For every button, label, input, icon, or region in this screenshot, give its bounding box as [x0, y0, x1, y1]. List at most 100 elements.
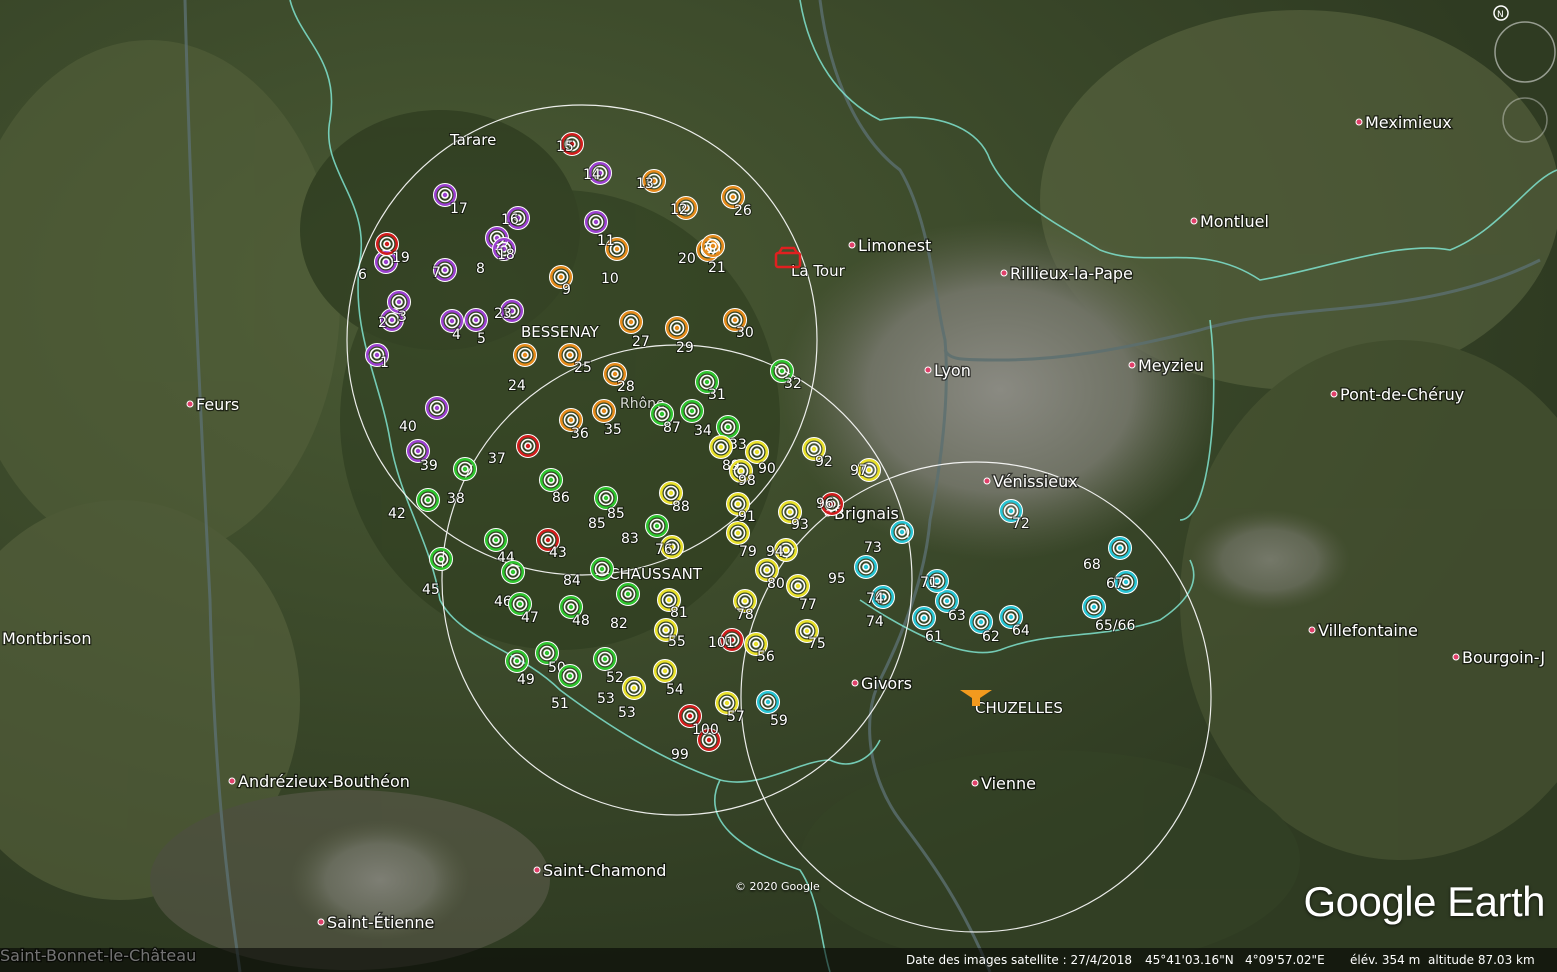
place-dot-saint-etienne	[317, 918, 325, 926]
marker-label: 19	[392, 250, 410, 266]
marker-label: 15	[556, 139, 574, 155]
marker-label: 83	[621, 531, 639, 547]
place-label-lyon[interactable]: Lyon	[933, 360, 972, 382]
marker-label: 13	[636, 176, 654, 192]
marker-label: 43	[549, 545, 567, 561]
place-label-givors[interactable]: Givors	[860, 673, 914, 695]
marker-label: 51	[551, 696, 569, 712]
move-joystick-icon[interactable]	[1502, 97, 1548, 143]
marker-label: 30	[736, 325, 754, 341]
marker-label: 73	[864, 540, 882, 556]
marker-label: 7	[432, 265, 441, 281]
copyright: © 2020 Google	[735, 880, 820, 893]
marker-78[interactable]: 78	[733, 589, 757, 624]
marker-label: 67	[1106, 576, 1124, 592]
marker-label: 24	[508, 378, 526, 394]
marker-label: 47	[521, 610, 539, 626]
svg-text:N: N	[1497, 10, 1504, 20]
marker-label: 18	[497, 247, 515, 263]
marker-label: 10	[601, 271, 619, 287]
place-label-feurs[interactable]: Feurs	[195, 394, 241, 416]
marker-label: 28	[617, 379, 635, 395]
marker-extra-label: 74	[866, 614, 884, 630]
marker-label: 56	[757, 649, 775, 665]
marker-label: 5	[477, 331, 486, 347]
place-label-pont-de-cheruy[interactable]: Pont-de-Chéruy	[1339, 384, 1466, 406]
marker-label: 88	[672, 499, 690, 515]
place-label-brignais[interactable]: Brignais	[833, 503, 900, 525]
marker-label: 14	[583, 167, 601, 183]
place-label-saint-etienne[interactable]: Saint-Étienne	[326, 912, 436, 934]
place-label-montbrison[interactable]: Montbrison	[1, 628, 93, 650]
marker-label: 97	[850, 463, 868, 479]
marker-label: 63	[948, 608, 966, 624]
marker-label: 21	[708, 260, 726, 276]
place-label-rillieux[interactable]: Rillieux-la-Pape	[1009, 263, 1134, 285]
place-label-tarare[interactable]: Tarare	[448, 130, 497, 150]
marker-label: 98	[738, 473, 756, 489]
place-dot-givors	[851, 679, 859, 687]
place-label-chaussant[interactable]: CHAUSSANT	[608, 564, 704, 584]
marker-label: 20	[678, 251, 696, 267]
marker-label: 93	[791, 517, 809, 533]
imagery-date: Date des images satellite : 27/4/2018	[906, 953, 1132, 967]
marker-label: 17	[450, 201, 468, 217]
place-label-meyzieu[interactable]: Meyzieu	[1137, 355, 1205, 377]
marker-label: 62	[982, 629, 1000, 645]
marker-label: 55	[668, 634, 686, 650]
marker-label: 71	[920, 575, 938, 591]
marker-label: 76	[655, 542, 673, 558]
marker-label: 53	[597, 691, 615, 707]
marker-label: 25	[574, 360, 592, 376]
marker-label: 8	[476, 261, 485, 277]
satellite-map[interactable]: TarareBESSENAYLa TourLimonestRillieux-la…	[0, 0, 1557, 972]
marker-label: 23	[494, 306, 512, 322]
marker-extra-label: 85	[588, 516, 606, 532]
place-dot-venissieux	[983, 477, 991, 485]
marker-label: 59	[770, 713, 788, 729]
marker-label: 3	[398, 309, 407, 325]
elevation: élév. 354 m	[1350, 953, 1421, 967]
place-label-montluel[interactable]: Montluel	[1199, 211, 1270, 233]
eye-altitude: altitude 87.03 km	[1428, 953, 1535, 967]
place-label-andrezieux[interactable]: Andrézieux-Bouthéon	[237, 771, 411, 793]
place-dot-feurs	[186, 400, 194, 408]
place-label-limonest[interactable]: Limonest	[857, 235, 933, 257]
place-dot-limonest	[848, 241, 856, 249]
status-bar: Date des images satellite : 27/4/2018 45…	[0, 948, 1557, 972]
marker-label: 29	[676, 340, 694, 356]
marker-label: 84	[563, 573, 581, 589]
marker-label: 87	[663, 420, 681, 436]
marker-label: 1	[380, 355, 389, 371]
place-dot-rillieux	[1000, 269, 1008, 277]
place-label-saint-chamond[interactable]: Saint-Chamond	[542, 860, 668, 882]
place-label-bourgoin[interactable]: Bourgoin-J	[1461, 647, 1547, 669]
marker-label: 99	[671, 747, 689, 763]
navigation-controls[interactable]: N	[1487, 0, 1557, 160]
marker-label: 74	[866, 591, 884, 607]
marker-label: 101	[708, 635, 735, 651]
place-label-venissieux[interactable]: Vénissieux	[992, 471, 1079, 493]
place-label-villefontaine[interactable]: Villefontaine	[1317, 620, 1419, 642]
marker-label: 27	[632, 334, 650, 350]
marker-label: 75	[808, 636, 826, 652]
marker-label: 86	[552, 490, 570, 506]
look-joystick-icon[interactable]	[1494, 21, 1556, 83]
place-dot-lyon	[924, 366, 932, 374]
marker-label: 4	[452, 327, 461, 343]
marker-label: 82	[610, 616, 628, 632]
marker-label: 80	[767, 576, 785, 592]
place-dot-saint-chamond	[533, 866, 541, 874]
marker-label: 38	[447, 491, 465, 507]
place-dot-montluel	[1190, 217, 1198, 225]
place-label-vienne[interactable]: Vienne	[980, 773, 1038, 795]
marker-label: 78	[736, 607, 754, 623]
place-label-chuzelles[interactable]: CHUZELLES	[974, 698, 1064, 718]
place-dot-villefontaine	[1308, 626, 1316, 634]
marker-label: 72	[1012, 516, 1030, 532]
marker-label: 52	[606, 670, 624, 686]
place-label-bessenay[interactable]: BESSENAY	[520, 322, 601, 342]
place-dot-andrezieux	[228, 777, 236, 785]
place-label-meximieux[interactable]: Meximieux	[1364, 112, 1453, 134]
marker-label: 96	[816, 496, 834, 512]
